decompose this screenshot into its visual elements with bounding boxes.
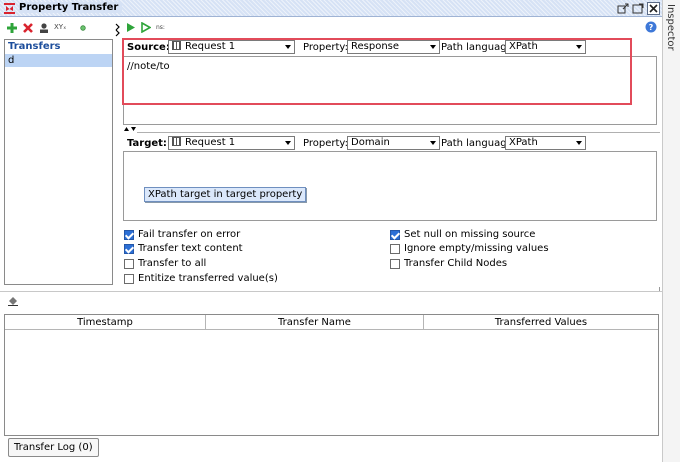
checkbox-box[interactable] xyxy=(390,230,400,240)
transfer-text-content-checkbox[interactable]: Transfer text content xyxy=(124,243,243,255)
set-null-checkbox[interactable]: Set null on missing source xyxy=(390,229,535,241)
checkbox-box[interactable] xyxy=(124,259,134,269)
target-request-select[interactable]: Request 1 xyxy=(168,136,295,150)
help-icon[interactable]: ? xyxy=(645,21,657,33)
transfers-toolbar: XYₓ xyxy=(4,20,116,38)
target-expression-editor[interactable] xyxy=(123,151,657,221)
float-icon[interactable] xyxy=(632,2,645,15)
transfer-log-table: Timestamp Transfer Name Transferred Valu… xyxy=(4,314,659,436)
request-icon xyxy=(172,137,181,146)
splitter[interactable] xyxy=(115,20,121,290)
transfer-to-all-checkbox[interactable]: Transfer to all xyxy=(124,258,206,270)
add-icon[interactable] xyxy=(6,22,18,34)
transfers-header: Transfers xyxy=(8,41,61,52)
transfer-log-tab[interactable]: Transfer Log (0) xyxy=(8,438,99,457)
transfers-list: Transfers d xyxy=(4,39,113,285)
log-divider xyxy=(0,291,662,292)
svg-text:?: ? xyxy=(649,23,654,32)
column-transferred-values[interactable]: Transferred Values xyxy=(424,315,658,330)
window-title: Property Transfer xyxy=(19,2,123,13)
target-property-select[interactable]: Domain xyxy=(347,136,440,150)
run-all-icon[interactable] xyxy=(126,22,136,33)
checkbox-box[interactable] xyxy=(124,244,134,254)
run-selected-icon[interactable] xyxy=(141,22,151,33)
section-divider xyxy=(137,132,660,133)
clear-log-icon[interactable] xyxy=(7,295,19,306)
transfer-child-nodes-checkbox[interactable]: Transfer Child Nodes xyxy=(390,258,507,270)
namespace-button[interactable]: ns: xyxy=(156,24,165,31)
property-transfer-icon xyxy=(4,3,15,14)
transfer-item-d[interactable]: d xyxy=(5,54,112,67)
fail-transfer-checkbox[interactable]: Fail transfer on error xyxy=(124,229,240,241)
checkbox-box[interactable] xyxy=(124,230,134,240)
target-tooltip: XPath target in target property xyxy=(144,187,307,202)
target-path-language-select[interactable]: XPath xyxy=(505,136,586,150)
title-bar: Property Transfer xyxy=(0,0,662,17)
inspector-label: Inspector xyxy=(665,4,676,51)
checkbox-box[interactable] xyxy=(124,274,134,284)
rename-icon[interactable] xyxy=(38,22,50,34)
column-timestamp[interactable]: Timestamp xyxy=(5,315,206,330)
entitize-checkbox[interactable]: Entitize transferred value(s) xyxy=(124,273,278,285)
target-label: Target: xyxy=(127,138,167,149)
status-dot-icon xyxy=(80,25,86,31)
source-highlight-box xyxy=(122,38,632,105)
target-property-label: Property: xyxy=(303,138,348,149)
transfer-toolbar: ns: ? xyxy=(124,20,660,36)
ignore-empty-checkbox[interactable]: Ignore empty/missing values xyxy=(390,243,549,255)
expand-collapse-icon[interactable] xyxy=(123,126,137,132)
detach-icon[interactable] xyxy=(617,2,630,15)
close-icon[interactable] xyxy=(647,2,660,15)
column-transfer-name[interactable]: Transfer Name xyxy=(206,315,424,330)
checkbox-box[interactable] xyxy=(390,244,400,254)
log-table-header: Timestamp Transfer Name Transferred Valu… xyxy=(5,315,658,330)
delete-icon[interactable] xyxy=(22,22,34,34)
xpath-hint[interactable]: XYₓ xyxy=(54,23,66,31)
checkbox-box[interactable] xyxy=(390,259,400,269)
inspector-tab[interactable]: Inspector xyxy=(662,0,680,462)
